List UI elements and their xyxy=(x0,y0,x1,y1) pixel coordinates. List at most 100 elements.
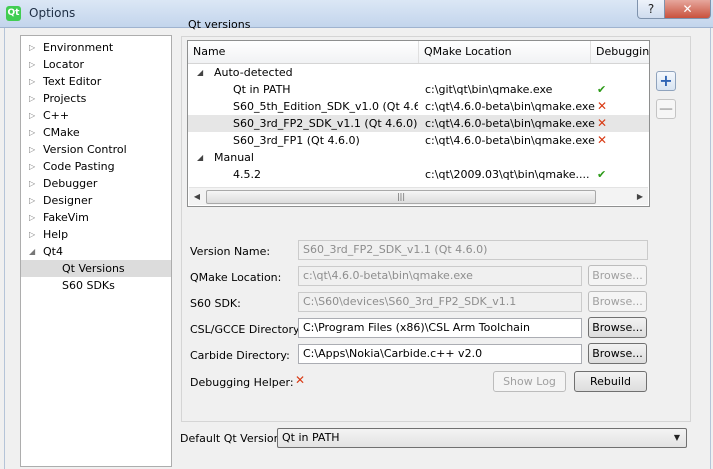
help-button[interactable]: ? xyxy=(637,0,665,19)
qmake-location: c:\qt\4.6.0-beta\bin\qmake.exe xyxy=(425,134,595,147)
group-label: Auto-detected xyxy=(214,66,293,79)
error-icon: ✕ xyxy=(597,99,608,113)
nav-label: Locator xyxy=(43,58,85,71)
check-icon: ✔ xyxy=(597,83,607,96)
expand-arrow-icon[interactable]: ▷ xyxy=(29,90,35,107)
group-label: Manual xyxy=(214,151,254,164)
nav-item-code-pasting[interactable]: ▷ Code Pasting xyxy=(21,158,171,175)
collapse-arrow-icon[interactable]: ◢ xyxy=(197,149,203,166)
nav-label: C++ xyxy=(43,109,70,122)
scroll-right-icon[interactable]: ▶ xyxy=(632,188,648,205)
qt-versions-table[interactable]: Name QMake Location Debugging Helper ◢ A… xyxy=(187,40,650,207)
group-row-manual[interactable]: ◢ Manual xyxy=(188,149,649,166)
error-icon: ✕ xyxy=(597,116,608,130)
group-row-auto-detected[interactable]: ◢ Auto-detected xyxy=(188,64,649,81)
nav-item-version-control[interactable]: ▷ Version Control xyxy=(21,141,171,158)
debugging-helper-label: Debugging Helper: xyxy=(190,376,294,389)
close-button[interactable]: ✕ xyxy=(664,0,711,19)
expand-arrow-icon[interactable]: ▷ xyxy=(29,175,35,192)
nav-label: Projects xyxy=(43,92,87,105)
table-row-selected[interactable]: S60_3rd_FP2_SDK_v1.1 (Qt 4.6.0) c:\qt\4.… xyxy=(188,115,649,132)
collapse-arrow-icon[interactable]: ◢ xyxy=(29,243,35,260)
nav-item-fakevim[interactable]: ▷ FakeVim xyxy=(21,209,171,226)
table-header: Name QMake Location Debugging Helper xyxy=(188,41,649,64)
scroll-thumb[interactable]: ||| xyxy=(206,190,596,204)
nav-item-text-editor[interactable]: ▷ Text Editor xyxy=(21,73,171,90)
horizontal-scrollbar[interactable]: ◀ ||| ▶ xyxy=(189,187,648,205)
column-header-name[interactable]: Name xyxy=(188,41,419,63)
column-header-qmake-location[interactable]: QMake Location xyxy=(419,41,591,63)
expand-arrow-icon[interactable]: ▷ xyxy=(29,39,35,56)
nav-item-environment[interactable]: ▷ Environment xyxy=(21,39,171,56)
nav-label: Environment xyxy=(43,41,114,54)
table-row[interactable]: Qt in PATH c:\git\qt\bin\qmake.exe ✔ xyxy=(188,81,649,98)
expand-arrow-icon[interactable]: ▷ xyxy=(29,107,35,124)
nav-item-s60-sdks[interactable]: S60 SDKs xyxy=(21,277,171,294)
expand-arrow-icon[interactable]: ▷ xyxy=(29,192,35,209)
table-row[interactable]: S60_3rd_FP1 (Qt 4.6.0) c:\qt\4.6.0-beta\… xyxy=(188,132,649,149)
remove-qt-version-button[interactable]: — xyxy=(656,99,676,119)
qt-version-name: S60_3rd_FP2_SDK_v1.1 (Qt 4.6.0) xyxy=(233,117,418,130)
qt-version-name: S60_3rd_FP1 (Qt 4.6.0) xyxy=(233,134,360,147)
options-category-tree[interactable]: ▷ Environment ▷ Locator ▷ Text Editor ▷ … xyxy=(20,35,172,467)
nav-label: FakeVim xyxy=(43,211,89,224)
qmake-location: c:\qt\2009.03\qt\bin\qmake.... xyxy=(425,168,590,181)
nav-item-help[interactable]: ▷ Help xyxy=(21,226,171,243)
nav-label: Qt Versions xyxy=(62,262,125,275)
qmake-location-label: QMake Location: xyxy=(190,271,282,284)
nav-label: Debugger xyxy=(43,177,98,190)
default-qt-version-select[interactable]: Qt in PATH ▼ xyxy=(277,428,687,448)
scroll-left-icon[interactable]: ◀ xyxy=(189,188,205,205)
show-log-button[interactable]: Show Log xyxy=(493,371,566,392)
dropdown-arrow-icon[interactable]: ▼ xyxy=(674,429,680,447)
qmake-location: c:\qt\4.6.0-beta\bin\qmake.exe xyxy=(425,117,595,130)
s60-sdk-browse-button[interactable]: Browse... xyxy=(588,291,647,312)
expand-arrow-icon[interactable]: ▷ xyxy=(29,209,35,226)
qmake-location-field[interactable]: c:\qt\4.6.0-beta\bin\qmake.exe xyxy=(298,266,582,286)
csl-gcce-label: CSL/GCCE Directory: xyxy=(190,323,303,336)
expand-arrow-icon[interactable]: ▷ xyxy=(29,141,35,158)
nav-item-designer[interactable]: ▷ Designer xyxy=(21,192,171,209)
nav-label: Help xyxy=(43,228,69,241)
check-icon: ✔ xyxy=(597,168,607,181)
collapse-arrow-icon[interactable]: ◢ xyxy=(197,64,203,81)
csl-gcce-browse-button[interactable]: Browse... xyxy=(588,317,647,338)
qt-app-icon: Qt xyxy=(6,6,21,21)
expand-arrow-icon[interactable]: ▷ xyxy=(29,158,35,175)
nav-item-cmake[interactable]: ▷ CMake xyxy=(21,124,171,141)
expand-arrow-icon[interactable]: ▷ xyxy=(29,56,35,73)
nav-item-qt4[interactable]: ◢ Qt4 xyxy=(21,243,171,260)
carbide-label: Carbide Directory: xyxy=(190,349,290,362)
title-bar: Qt Options xyxy=(0,0,713,28)
nav-item-projects[interactable]: ▷ Projects xyxy=(21,90,171,107)
s60-sdk-label: S60 SDK: xyxy=(190,297,241,310)
qmake-browse-button[interactable]: Browse... xyxy=(588,265,647,286)
rebuild-button[interactable]: Rebuild xyxy=(574,371,647,392)
error-icon: ✕ xyxy=(597,133,608,147)
error-icon: ✕ xyxy=(295,373,306,387)
nav-label: Code Pasting xyxy=(43,160,115,173)
add-qt-version-button[interactable]: + xyxy=(656,71,676,91)
version-name-label: Version Name: xyxy=(190,245,271,258)
window-title: Options xyxy=(29,6,76,20)
default-qt-version-value: Qt in PATH xyxy=(282,431,340,444)
nav-label: S60 SDKs xyxy=(62,279,115,292)
expand-arrow-icon[interactable]: ▷ xyxy=(29,124,35,141)
nav-item-cpp[interactable]: ▷ C++ xyxy=(21,107,171,124)
carbide-directory-field[interactable]: C:\Apps\Nokia\Carbide.c++ v2.0 xyxy=(298,344,582,364)
table-row[interactable]: S60_5th_Edition_SDK_v1.0 (Qt 4.6.0) c:\q… xyxy=(188,98,649,115)
default-qt-version-label: Default Qt Version: xyxy=(180,432,285,445)
nav-label: Qt4 xyxy=(43,245,63,258)
qt-version-name: S60_5th_Edition_SDK_v1.0 (Qt 4.6.0) xyxy=(233,100,418,113)
nav-item-locator[interactable]: ▷ Locator xyxy=(21,56,171,73)
nav-item-qt-versions[interactable]: Qt Versions xyxy=(21,260,171,277)
expand-arrow-icon[interactable]: ▷ xyxy=(29,73,35,90)
nav-item-debugger[interactable]: ▷ Debugger xyxy=(21,175,171,192)
s60-sdk-field[interactable]: C:\S60\devices\S60_3rd_FP2_SDK_v1.1 xyxy=(298,292,582,312)
carbide-browse-button[interactable]: Browse... xyxy=(588,343,647,364)
csl-gcce-directory-field[interactable]: C:\Program Files (x86)\CSL Arm Toolchain xyxy=(298,318,582,338)
expand-arrow-icon[interactable]: ▷ xyxy=(29,226,35,243)
table-row[interactable]: 4.5.2 c:\qt\2009.03\qt\bin\qmake.... ✔ xyxy=(188,166,649,183)
column-header-debugging-helper[interactable]: Debugging Helper xyxy=(591,41,649,63)
version-name-field[interactable]: S60_3rd_FP2_SDK_v1.1 (Qt 4.6.0) xyxy=(298,240,648,260)
